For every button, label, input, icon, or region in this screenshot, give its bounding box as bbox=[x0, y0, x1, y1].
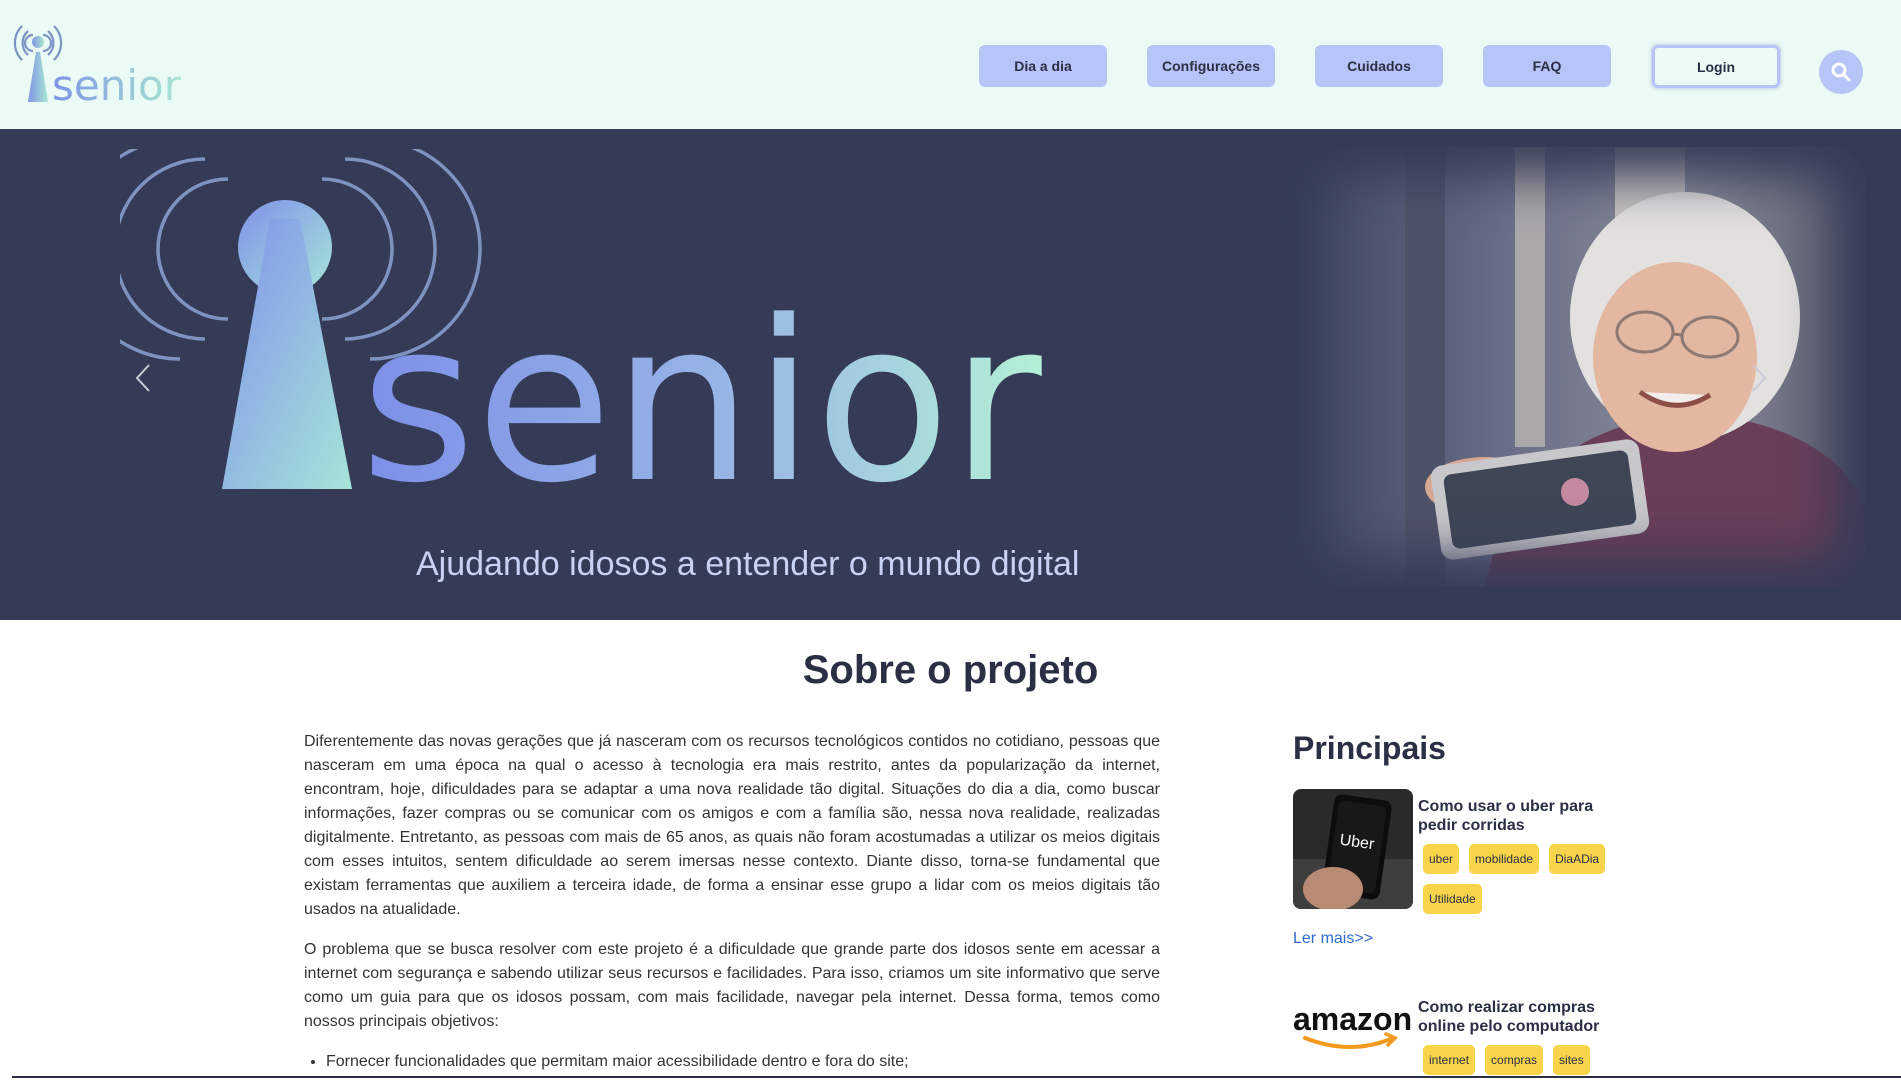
post-amazon[interactable]: amazon Como realizar compras online pelo… bbox=[1293, 990, 1613, 1080]
amazon-logo-icon: amazon bbox=[1293, 1001, 1412, 1049]
signal-logo-icon: senior bbox=[13, 25, 182, 110]
hero-signal-logo-icon: senior bbox=[120, 149, 1042, 509]
hero-carousel: senior Ajudando idosos a entender o mund… bbox=[0, 129, 1901, 620]
hero-wordmark: senior bbox=[360, 274, 1042, 509]
nav-configuracoes[interactable]: Configurações bbox=[1147, 45, 1275, 87]
nav-dia-a-dia[interactable]: Dia a dia bbox=[979, 45, 1107, 87]
hero-photo-elderly-woman bbox=[1285, 147, 1865, 587]
page: senior Dia a dia Configurações Cuidados … bbox=[0, 0, 1901, 1080]
chevron-right-icon bbox=[1752, 364, 1767, 392]
bottom-divider bbox=[12, 1076, 1901, 1078]
tag-diaadia[interactable]: DiaADia bbox=[1549, 844, 1606, 874]
post-title[interactable]: Como realizar compras online pelo comput… bbox=[1418, 998, 1618, 1036]
tag-internet[interactable]: internet bbox=[1423, 1045, 1476, 1075]
post-thumbnail[interactable]: Uber bbox=[1293, 789, 1413, 909]
about-paragraph: Diferentemente das novas gerações que já… bbox=[304, 733, 1160, 918]
post-tags: uber mobilidade DiaADia Utilidade bbox=[1423, 844, 1623, 914]
tag-sites[interactable]: sites bbox=[1553, 1045, 1590, 1075]
hero-tagline: Ajudando idosos a entender o mundo digit… bbox=[416, 545, 1080, 583]
post-tags: internet compras sites bbox=[1423, 1045, 1623, 1075]
about-title: Sobre o projeto bbox=[802, 648, 1099, 692]
carousel-next-button[interactable] bbox=[1744, 353, 1774, 403]
uber-phone-thumbnail-icon: Uber bbox=[1293, 789, 1413, 909]
objective-item: Fornecer funcionalidades que permitam ma… bbox=[326, 1050, 1160, 1074]
search-button[interactable] bbox=[1819, 50, 1863, 94]
tag-utilidade[interactable]: Utilidade bbox=[1423, 884, 1482, 914]
nav-cuidados[interactable]: Cuidados bbox=[1315, 45, 1443, 87]
post-thumbnail[interactable]: amazon bbox=[1293, 990, 1413, 1080]
amazon-thumb-text: amazon bbox=[1293, 1001, 1412, 1037]
post-uber[interactable]: Uber Como usar o uber para pedir corrida… bbox=[1293, 789, 1613, 919]
about-text: Diferentemente das novas gerações que já… bbox=[304, 730, 1160, 1074]
search-icon bbox=[1831, 62, 1851, 82]
site-logo[interactable]: senior bbox=[8, 22, 198, 110]
tag-uber[interactable]: uber bbox=[1423, 844, 1460, 874]
tag-mobilidade[interactable]: mobilidade bbox=[1469, 844, 1540, 874]
objectives-list: Fornecer funcionalidades que permitam ma… bbox=[326, 1050, 1160, 1074]
post-title[interactable]: Como usar o uber para pedir corridas bbox=[1418, 797, 1618, 835]
sidebar-title: Principais bbox=[1293, 730, 1446, 766]
tag-compras[interactable]: compras bbox=[1485, 1045, 1544, 1075]
login-button[interactable]: Login bbox=[1652, 45, 1780, 88]
chevron-left-icon bbox=[135, 364, 150, 392]
about-paragraph: O problema que se busca resolver com est… bbox=[304, 941, 1160, 1030]
nav-faq[interactable]: FAQ bbox=[1483, 45, 1611, 87]
logo-wordmark: senior bbox=[52, 61, 182, 108]
site-header: senior Dia a dia Configurações Cuidados … bbox=[0, 0, 1901, 129]
read-more-link[interactable]: Ler mais>> bbox=[1293, 930, 1373, 948]
carousel-prev-button[interactable] bbox=[128, 353, 158, 403]
